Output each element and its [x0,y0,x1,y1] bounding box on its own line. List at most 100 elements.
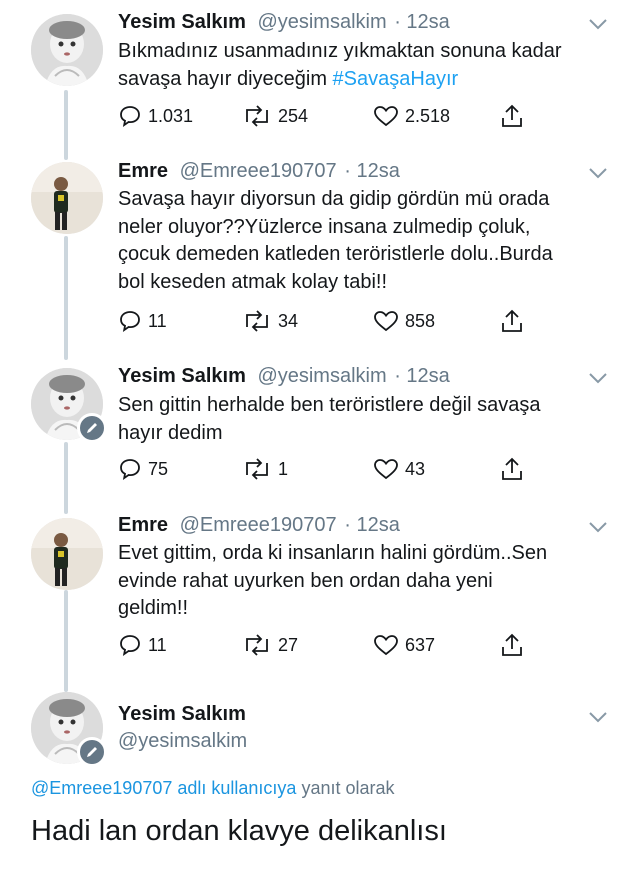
display-name[interactable]: Yesim Salkım [118,11,246,33]
like-count: 858 [405,310,436,331]
tweet-actions: 75 1 43 [118,455,538,483]
mention-link[interactable]: @Emreee190707 adlı kullanıcıya [31,778,296,798]
timestamp[interactable]: · 12sa [344,160,400,182]
tweet-text: Evet gittim, orda ki insanların halini g… [118,540,618,623]
like-icon [374,635,398,656]
tweet-text-line: hayır dedim [118,421,223,444]
hashtag-link[interactable]: #SavaşaHayır [333,68,459,90]
like-button[interactable]: 43 [373,455,425,483]
reply-context: @Emreee190707 adlı kullanıcıya yanıt ola… [31,778,395,799]
tweet-text-segment: savaşa hayır diyeceğim [118,67,333,90]
avatar[interactable] [31,14,103,86]
tweet-text-line: bol keseden atmak kolay tabi!! [118,270,388,293]
tweet-text: Bıkmadınız usanmadınız yıkmaktan sonuna … [118,38,618,93]
retweet-icon [246,310,268,332]
like-count: 2.518 [405,105,451,126]
tweet-header: Yesim Salkım [118,703,246,726]
username[interactable]: @yesimsalkim [257,365,386,387]
avatar[interactable] [31,162,103,234]
tweet-text-line: Savaşa hayır diyorsun da gidip gördün mü… [118,188,550,210]
tweet-header: Yesim Salkım @yesimsalkim · 12sa [118,365,450,388]
reply-button[interactable]: 11 [118,631,167,659]
tweet-actions: 1.031 254 2.518 [118,102,538,130]
retweet-button[interactable]: 1 [242,455,288,483]
reply-button[interactable]: 75 [118,455,168,483]
reply-count: 75 [148,458,169,479]
reply-icon [120,106,140,127]
tweet-text-line: Evet gittim, orda ki insanların halini g… [118,542,548,564]
reply-count: 11 [148,634,167,655]
display-name[interactable]: Emre [118,514,168,536]
focused-tweet-text: Hadi lan ordan klavye delikanlısı [31,815,447,847]
like-count: 637 [405,634,436,655]
like-icon [374,459,398,480]
reply-button[interactable]: 1.031 [118,102,193,130]
like-count: 43 [405,458,426,479]
display-name[interactable]: Yesim Salkım [118,703,246,725]
chevron-down-icon[interactable] [588,710,608,724]
username[interactable]: @yesimsalkim [257,11,386,33]
retweet-icon [246,458,268,480]
reply-icon [120,311,140,332]
pen-badge-icon [77,737,107,767]
retweet-count: 34 [278,310,299,331]
tweet-actions: 11 27 637 [118,631,538,659]
tweet-text-line: Sen gittin herhalde ben teröristlere değ… [118,394,541,416]
chevron-down-icon[interactable] [588,166,608,180]
share-button[interactable] [500,455,524,483]
chevron-down-icon[interactable] [588,520,608,534]
username[interactable]: @yesimsalkim [118,730,247,753]
avatar[interactable] [31,518,103,590]
retweet-icon [246,634,268,656]
like-button[interactable]: 858 [373,307,435,335]
username[interactable]: @Emreee190707 [180,160,337,182]
tweet[interactable]: Yesim Salkım @yesimsalkim · 12sa Sen git… [0,360,635,510]
chevron-down-icon[interactable] [588,371,608,385]
like-button[interactable]: 637 [373,631,435,659]
tweet[interactable]: Emre @Emreee190707 · 12sa Evet gittim, o… [0,510,635,685]
timestamp[interactable]: · 12sa [344,514,400,536]
tweet-header: Emre @Emreee190707 · 12sa [118,160,400,183]
like-icon [374,311,398,332]
timestamp[interactable]: · 12sa [394,11,450,33]
like-button[interactable]: 2.518 [373,102,450,130]
share-icon [502,633,522,656]
share-button[interactable] [500,631,524,659]
retweet-count: 254 [278,105,309,126]
retweet-count: 1 [278,458,289,479]
display-name[interactable]: Yesim Salkım [118,365,246,387]
retweet-button[interactable]: 254 [242,102,308,130]
tweet-text-line: Bıkmadınız usanmadınız yıkmaktan sonuna … [118,40,562,62]
tweet[interactable]: Yesim Salkım @yesimsalkim · 12sa Bıkmadı… [0,0,635,150]
tweet-text-line: evinde rahat uyurken ben ordan daha yeni [118,569,493,592]
share-button[interactable] [500,307,524,335]
display-name[interactable]: Emre [118,160,168,182]
reply-button[interactable]: 11 [118,307,167,335]
tweet-text-line: savaşa hayır diyeceğim #SavaşaHayır [118,66,618,94]
username[interactable]: @Emreee190707 [180,514,337,536]
tweet-text: Sen gittin herhalde ben teröristlere değ… [118,392,618,447]
tweet-actions: 11 34 858 [118,307,538,335]
retweet-count: 27 [278,634,299,655]
tweet[interactable]: Emre @Emreee190707 · 12sa Savaşa hayır d… [0,150,635,360]
share-icon [502,457,522,480]
reply-count: 11 [148,310,167,331]
retweet-icon [246,105,268,127]
retweet-button[interactable]: 34 [242,307,298,335]
like-icon [374,106,398,127]
reply-icon [120,635,140,656]
share-icon [502,104,522,127]
reply-count: 1.031 [148,105,194,126]
tweet-text-line: çocuk demeden katleden teröristlerle dol… [118,243,553,265]
timestamp[interactable]: · 12sa [394,365,450,387]
tweet-header: Emre @Emreee190707 · 12sa [118,514,400,537]
share-button[interactable] [500,102,524,130]
chevron-down-icon[interactable] [588,17,608,31]
tweet-header: Yesim Salkım @yesimsalkim · 12sa [118,11,450,34]
tweet-text: Savaşa hayır diyorsun da gidip gördün mü… [118,186,618,296]
tweet-text-line: neler oluyor??Yüzlerce insana zulmedip ç… [118,215,531,238]
pen-badge-icon [77,413,107,443]
reply-icon [120,459,140,480]
retweet-button[interactable]: 27 [242,631,298,659]
reply-context-suffix: yanıt olarak [296,778,395,798]
